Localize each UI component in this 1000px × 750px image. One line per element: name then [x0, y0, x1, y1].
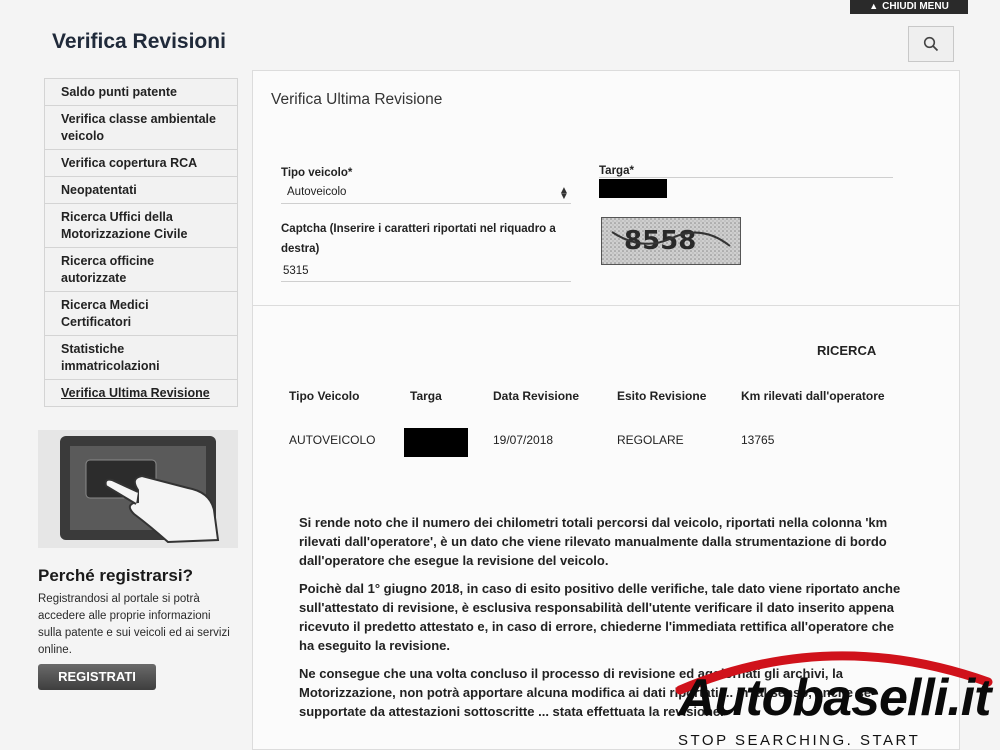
select-down-icon: ▼ — [559, 191, 569, 202]
sidebar-nav: Saldo punti patente Verifica classe ambi… — [44, 78, 238, 407]
vehicle-type-label: Tipo veicolo* — [281, 167, 353, 179]
col-tipo-veicolo: Tipo Veicolo — [289, 389, 360, 403]
touch-screen-illustration — [38, 430, 238, 548]
cell-km: 13765 — [741, 433, 775, 447]
sidebar-item-medici[interactable]: Ricerca Medici Certificatori — [44, 292, 238, 336]
vehicle-type-underline — [281, 203, 571, 204]
section-divider — [253, 305, 959, 306]
captcha-underline — [281, 281, 571, 282]
col-data-revisione: Data Revisione — [493, 389, 580, 403]
close-menu-label: CHIUDI MENU — [882, 1, 949, 12]
col-targa: Targa — [410, 389, 442, 403]
sidebar-item-classe-ambientale[interactable]: Verifica classe ambientale veicolo — [44, 106, 238, 150]
cell-tipo: AUTOVEICOLO — [289, 433, 376, 447]
captcha-input[interactable]: 5315 — [283, 265, 309, 277]
captcha-image-text: 8558 — [624, 226, 696, 256]
captcha-image: 8558 — [601, 217, 741, 265]
autobaselli-watermark: Autobaselli.it STOP SEARCHING. START DRI… — [670, 640, 1000, 750]
page-title: Verifica Revisioni — [52, 30, 226, 53]
sidebar-item-neopatentati[interactable]: Neopatentati — [44, 177, 238, 204]
search-button[interactable] — [908, 26, 954, 62]
sidebar-item-ultima-revisione[interactable]: Verifica Ultima Revisione — [44, 380, 238, 407]
search-icon — [923, 36, 939, 52]
search-action[interactable]: RICERCA — [817, 343, 876, 358]
watermark-brand: Autobaselli.it — [678, 669, 991, 727]
chevron-up-icon: ▲ — [869, 1, 879, 11]
promo-text: Registrandosi al portale si potrà accede… — [38, 593, 230, 656]
sidebar-item-officine[interactable]: Ricerca officine autorizzate — [44, 248, 238, 292]
plate-label: Targa* — [599, 165, 634, 177]
note-paragraph: Si rende noto che il numero dei chilomet… — [299, 515, 888, 568]
cell-esito: REGOLARE — [617, 433, 684, 447]
close-menu-button[interactable]: ▲ CHIUDI MENU — [850, 0, 968, 14]
captcha-label: Captcha (Inserire i caratteri riportati … — [281, 223, 556, 255]
sidebar-item-copertura-rca[interactable]: Verifica copertura RCA — [44, 150, 238, 177]
sidebar-item-uffici[interactable]: Ricerca Uffici della Motorizzazione Civi… — [44, 204, 238, 248]
watermark-tagline: STOP SEARCHING. START DRIVING. — [678, 732, 920, 750]
plate-underline — [599, 177, 893, 178]
sidebar-item-saldo-punti[interactable]: Saldo punti patente — [44, 78, 238, 106]
col-esito-revisione: Esito Revisione — [617, 389, 707, 403]
register-button[interactable]: REGISTRATI — [38, 664, 156, 690]
plate-input-redacted[interactable] — [599, 179, 667, 198]
sidebar-item-statistiche[interactable]: Statistiche immatricolazioni — [44, 336, 238, 380]
vehicle-type-select[interactable]: Autoveicolo — [287, 186, 346, 198]
col-km-rilevati: Km rilevati dall'operatore — [741, 389, 885, 403]
cell-data: 19/07/2018 — [493, 433, 554, 447]
form-title: Verifica Ultima Revisione — [271, 91, 443, 108]
cell-targa-redacted — [404, 428, 468, 457]
promo-title: Perché registrarsi? — [38, 566, 193, 585]
